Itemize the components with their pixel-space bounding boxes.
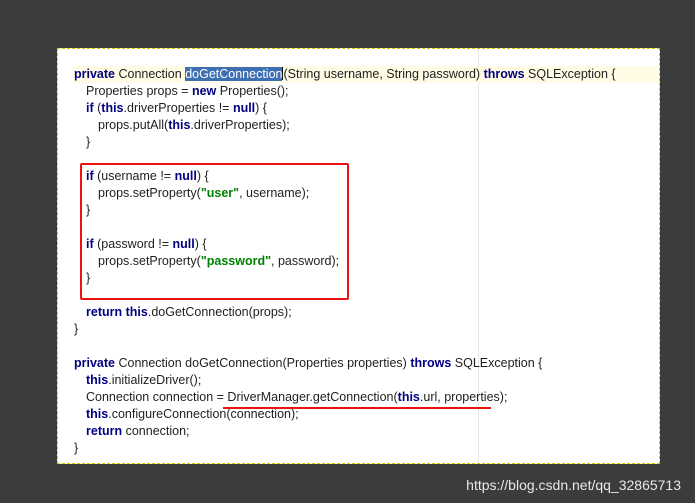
- code-line-1[interactable]: private Connection doGetConnection(Strin…: [74, 66, 659, 83]
- code-text: ) {: [196, 169, 209, 183]
- code-line-14[interactable]: private Connection doGetConnection(Prope…: [74, 355, 659, 372]
- watermark: https://blog.csdn.net/qq_32865713: [466, 477, 681, 493]
- code-text: .initializeDriver();: [108, 373, 202, 387]
- code-line-12[interactable]: return this.doGetConnection(props);: [74, 304, 659, 321]
- code-text: }: [86, 203, 91, 217]
- keyword: return: [86, 305, 123, 319]
- code-line-5[interactable]: }: [74, 134, 659, 151]
- code-line-19[interactable]: }: [74, 440, 659, 457]
- code-line-17[interactable]: this.configureConnection(connection);: [74, 406, 659, 423]
- code-text: (username !=: [93, 169, 175, 183]
- keyword: this: [86, 373, 109, 387]
- keyword: if: [86, 169, 94, 183]
- code-line-7[interactable]: props.setProperty("user", username);: [74, 185, 659, 202]
- code-line-13[interactable]: }: [74, 321, 659, 338]
- code-editor[interactable]: private Connection doGetConnection(Strin…: [57, 48, 660, 464]
- keyword: this: [125, 305, 148, 319]
- keyword: throws: [483, 67, 525, 81]
- keyword: this: [86, 407, 109, 421]
- code-text: SQLException {: [524, 67, 616, 81]
- code-text: Connection connection = DriverManager.ge…: [86, 390, 398, 404]
- code-text: Properties();: [216, 84, 289, 98]
- code-line-16[interactable]: Connection connection = DriverManager.ge…: [74, 389, 659, 406]
- code-text: }: [74, 322, 79, 336]
- code-line-11[interactable]: }: [74, 270, 659, 287]
- code-text: .url, properties);: [419, 390, 508, 404]
- selected-text[interactable]: doGetConnection: [185, 67, 283, 81]
- code-line-9[interactable]: if (password != null) {: [74, 236, 659, 253]
- keyword: return: [86, 424, 123, 438]
- code-text: props.setProperty(: [98, 254, 201, 268]
- code-text: .configureConnection(connection);: [108, 407, 299, 421]
- keyword: this: [168, 118, 191, 132]
- code-line-15[interactable]: this.initializeDriver();: [74, 372, 659, 389]
- code-text: connection;: [122, 424, 190, 438]
- code-text: , password);: [271, 254, 340, 268]
- keyword: throws: [410, 356, 452, 370]
- code-text: , username);: [239, 186, 310, 200]
- keyword: this: [101, 101, 124, 115]
- code-text: .driverProperties !=: [123, 101, 233, 115]
- keyword: new: [191, 84, 217, 98]
- code-text: Connection: [115, 67, 186, 81]
- code-text: (String username, String password): [283, 67, 484, 81]
- keyword: null: [174, 169, 197, 183]
- code-text: .driverProperties);: [190, 118, 290, 132]
- code-line-4[interactable]: props.putAll(this.driverProperties);: [74, 117, 659, 134]
- string-literal: "user": [200, 186, 240, 200]
- code-text: props.setProperty(: [98, 186, 201, 200]
- keyword: this: [397, 390, 420, 404]
- code-text: Properties props =: [86, 84, 192, 98]
- code-text: SQLException {: [451, 356, 543, 370]
- code-text: }: [86, 135, 91, 149]
- code-text: .doGetConnection(props);: [147, 305, 292, 319]
- code-text: }: [86, 271, 91, 285]
- keyword: private: [74, 67, 115, 81]
- code-text: Connection doGetConnection(Properties pr…: [115, 356, 411, 370]
- string-literal: "password": [200, 254, 272, 268]
- code-line-6[interactable]: if (username != null) {: [74, 168, 659, 185]
- code-line-2[interactable]: Properties props = new Properties();: [74, 83, 659, 100]
- code-line-18[interactable]: return connection;: [74, 423, 659, 440]
- code-text: }: [74, 441, 79, 455]
- code-line-10[interactable]: props.setProperty("password", password);: [74, 253, 659, 270]
- keyword: if: [86, 237, 94, 251]
- code-text: ) {: [194, 237, 207, 251]
- code-text: props.putAll(: [98, 118, 169, 132]
- code-text: ) {: [255, 101, 267, 115]
- keyword: null: [232, 101, 256, 115]
- code-text: (password !=: [93, 237, 173, 251]
- code-line-3[interactable]: if (this.driverProperties != null) {: [74, 100, 659, 117]
- code-line-8[interactable]: }: [74, 202, 659, 219]
- keyword: if: [86, 101, 94, 115]
- keyword: null: [172, 237, 195, 251]
- keyword: private: [74, 356, 115, 370]
